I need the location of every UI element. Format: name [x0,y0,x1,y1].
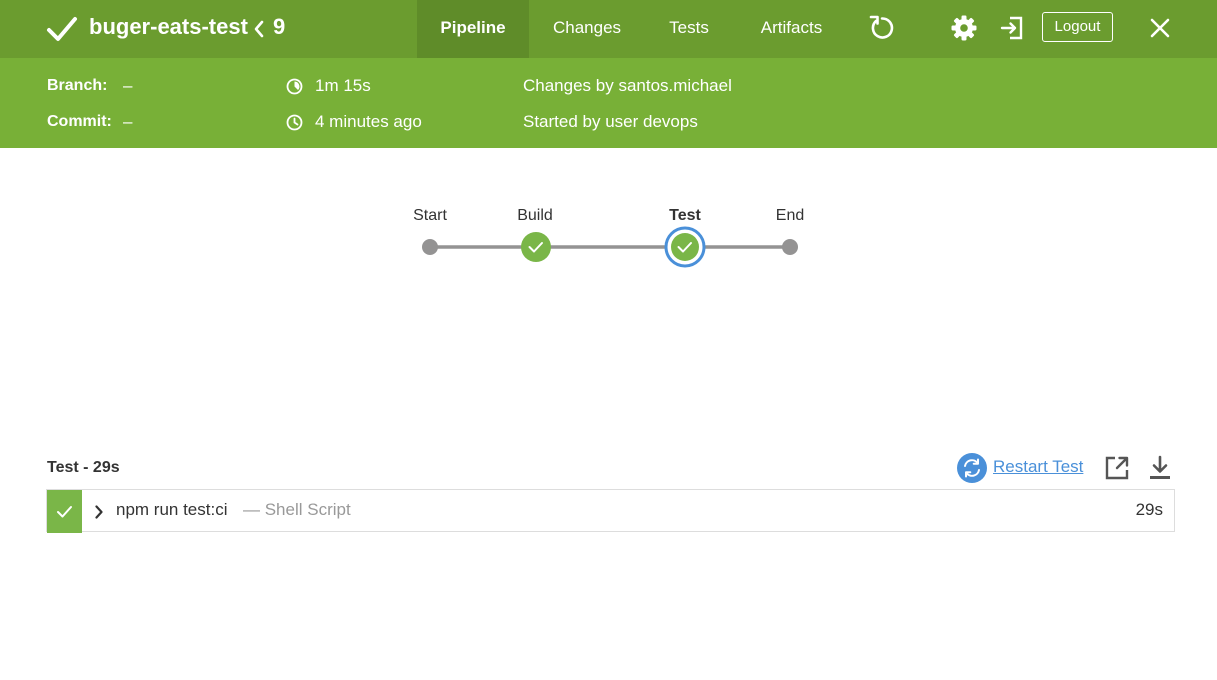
gear-icon[interactable] [950,14,978,42]
pipeline-name[interactable]: buger-eats-test [89,14,248,40]
step-command: npm run test:ci [116,500,228,519]
run-info-bar: Branch: – Commit: – 1m 15s 4 minutes ago… [0,58,1217,148]
started-by-text: Started by user devops [523,112,698,131]
tab-tests[interactable]: Tests [656,0,722,58]
run-number: 9 [273,14,286,39]
tab-pipeline[interactable]: Pipeline [417,0,529,58]
stage-label-test[interactable]: Test [645,207,725,225]
clock-icon [286,114,303,131]
tab-artifacts[interactable]: Artifacts [745,0,838,58]
duration-value: 1m 15s [315,76,371,95]
stage-node-test[interactable] [664,226,706,268]
stage-label-start: Start [413,207,447,224]
stage-node-start [422,239,438,255]
restart-stage-link[interactable]: Restart Test [993,457,1083,477]
branch-label: Branch: [47,77,108,94]
check-icon [47,17,77,41]
step-duration: 29s [1135,500,1163,519]
commit-value: – [123,112,133,131]
commit-label: Commit: [47,113,112,130]
expand-chevron-icon[interactable] [93,504,105,520]
download-icon[interactable] [1148,455,1172,481]
logout-button[interactable]: Logout [1042,12,1113,42]
stage-label-end: End [775,207,805,224]
pipeline-graph [422,226,798,268]
step-type: — Shell Script [243,500,351,519]
back-chevron-icon[interactable] [252,19,266,39]
stage-node-build[interactable] [521,232,551,262]
replay-icon[interactable] [868,13,896,43]
duration-icon [286,78,303,95]
stage-label-build[interactable]: Build [495,207,575,225]
exit-icon[interactable] [999,15,1025,41]
step-check-icon [57,506,72,518]
started-ago-value: 4 minutes ago [315,112,422,131]
top-bar: buger-eats-test 9 Pipeline Changes Tests… [0,0,1217,58]
step-status-success [47,490,82,533]
changes-by-text: Changes by santos.michael [523,76,732,95]
tab-changes[interactable]: Changes [539,0,635,58]
steps-title: Test - 29s [47,459,120,476]
stage-node-end [782,239,798,255]
branch-value: – [123,76,133,95]
close-icon[interactable] [1149,17,1171,39]
restart-icon[interactable] [956,452,988,484]
open-external-icon[interactable] [1104,455,1130,481]
